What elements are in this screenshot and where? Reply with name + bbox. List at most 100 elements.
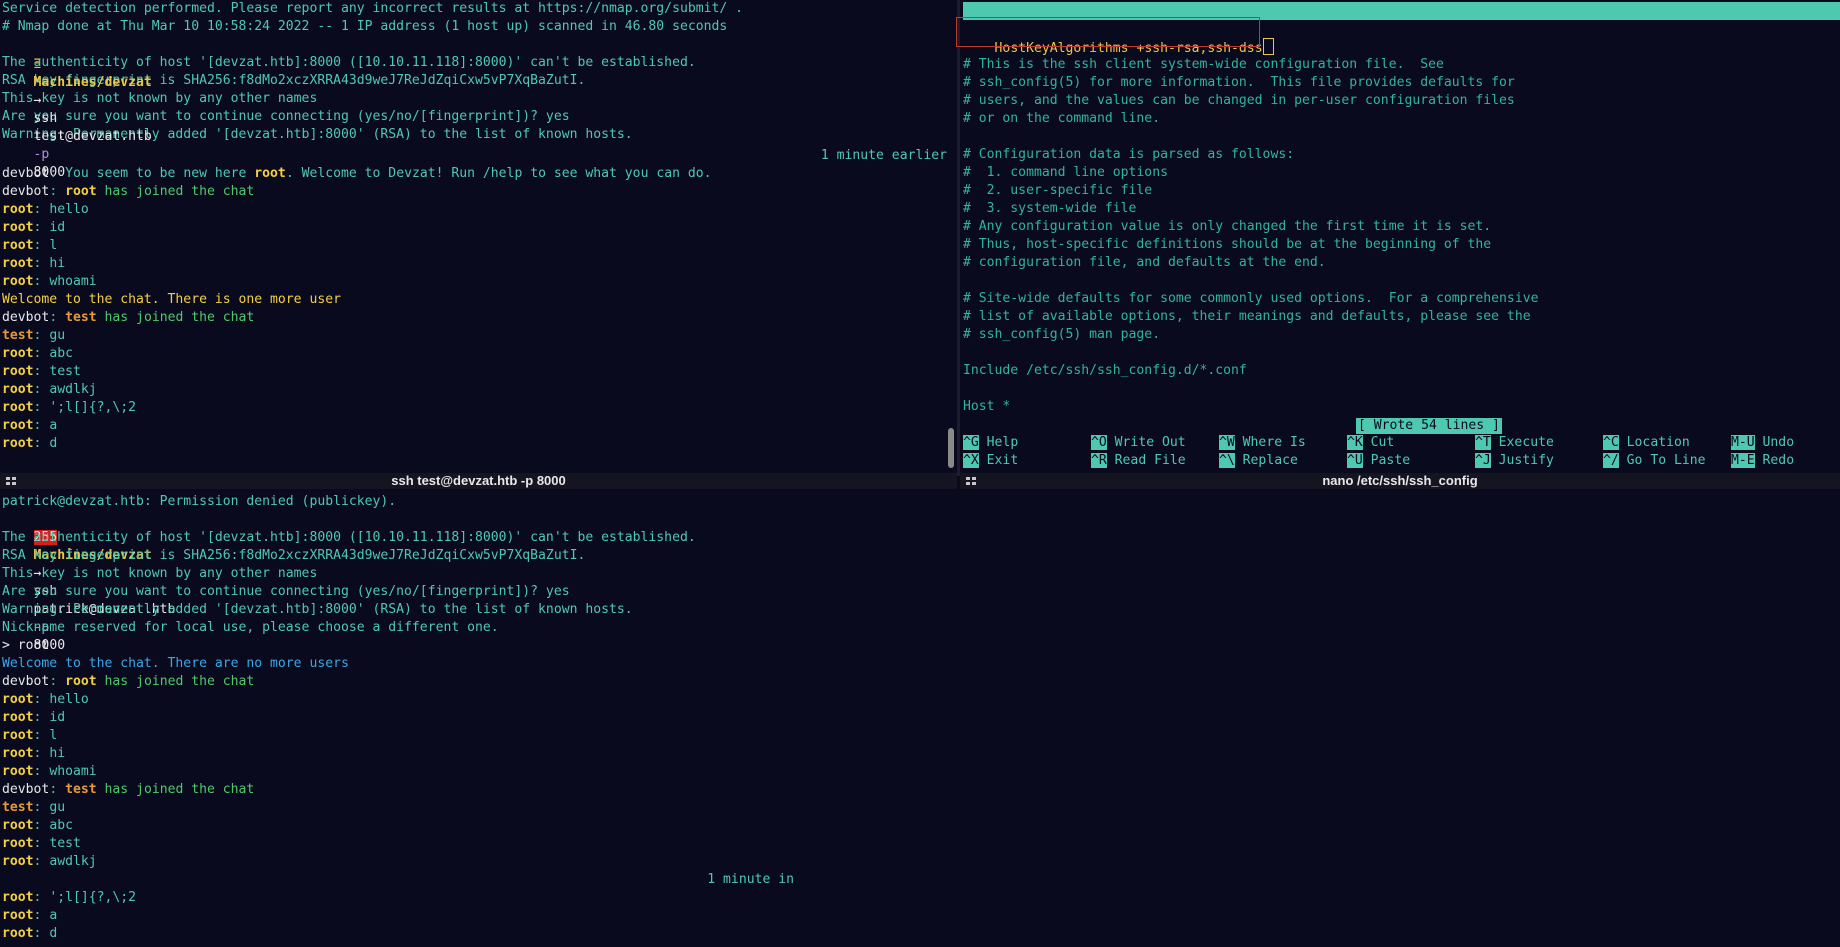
chat-text: : a (33, 418, 58, 433)
chat-user: devbot (2, 674, 50, 689)
nano-file-name: /etc/ssh/ssh_config (1371, 39, 1521, 54)
chat-user: root (2, 710, 34, 725)
output-line: Are you sure you want to continue connec… (2, 109, 570, 124)
prompt-mark: Ξ (33, 57, 42, 72)
chat-user: root (2, 202, 34, 217)
nano-shortcut[interactable]: ^X Exit (963, 452, 1018, 470)
chat-text: : (49, 782, 66, 797)
terminal-pane-top-left[interactable]: Service detection performed. Please repo… (0, 0, 957, 476)
chat-text: : hello (33, 202, 89, 217)
nano-shortcut[interactable]: ^\ Replace (1219, 452, 1298, 470)
config-line: # configuration file, and defaults at th… (963, 255, 1326, 270)
shortcut-label: Help (978, 435, 1019, 450)
output-line: RSA key fingerprint is SHA256:f8dMo2xczX… (2, 548, 586, 563)
shortcut-key: ^U (1347, 453, 1363, 468)
chat-text: has joined the chat (96, 674, 255, 689)
shortcut-label: Replace (1234, 453, 1298, 468)
chat-text: : test (33, 836, 81, 851)
chat-user: root (2, 346, 34, 361)
nano-shortcut[interactable]: ^T Execute (1475, 434, 1554, 452)
config-line: # Configuration data is parsed as follow… (963, 147, 1295, 162)
shortcut-label: Where Is (1234, 435, 1306, 450)
shortcut-label: Write Out (1106, 435, 1186, 450)
time-note: 1 minute earlier (820, 148, 947, 163)
chat-message: root: d (2, 435, 57, 453)
scrollbar[interactable] (948, 428, 954, 468)
pane-divider[interactable] (957, 0, 960, 476)
shortcut-label: Paste (1362, 453, 1411, 468)
chat-user: root (2, 436, 34, 451)
chat-user: devbot (2, 166, 50, 181)
chat-text: : gu (33, 800, 66, 815)
time-note: 1 minute in (707, 872, 794, 887)
chat-text: : ';l[]{?,\;2 (33, 400, 137, 415)
output-line: This key is not known by any other names (2, 566, 318, 581)
chat-text: : hi (33, 746, 66, 761)
shortcut-key: ^C (1603, 435, 1619, 450)
pane-status-bar-right: nano /etc/ssh/ssh_config (960, 473, 1840, 489)
chat-text: : gu (33, 328, 66, 343)
shortcut-label: Execute (1490, 435, 1554, 450)
chat-message: devbot: test has joined the chat (2, 309, 254, 327)
config-line: # Any configuration value is only change… (963, 219, 1492, 234)
grid-icon (6, 477, 16, 486)
nano-shortcut[interactable]: ^K Cut (1347, 434, 1394, 452)
nano-shortcut[interactable]: ^C Location (1603, 434, 1690, 452)
nano-shortcut[interactable]: ^O Write Out (1091, 434, 1186, 452)
config-line: # 3. system-wide file (963, 201, 1137, 216)
nano-shortcut[interactable]: ^W Where Is (1219, 434, 1306, 452)
chat-text: has joined the chat (96, 310, 255, 325)
chat-user: root (2, 854, 34, 869)
chat-text: : You seem to be new here (49, 166, 255, 181)
output-line: The authenticity of host '[devzat.htb]:8… (2, 530, 696, 545)
highlight-box (956, 17, 1260, 47)
shortcut-label: Redo (1754, 453, 1795, 468)
nano-shortcut[interactable]: M-U Undo (1731, 434, 1794, 452)
chat-user: root (2, 890, 34, 905)
config-line: # 2. user-specific file (963, 183, 1153, 198)
chat-message: root: hi (2, 745, 65, 763)
chat-text: : whoami (33, 274, 97, 289)
output-line: > root (2, 638, 50, 653)
nano-shortcut[interactable]: M-E Redo (1731, 452, 1794, 470)
shortcut-key: ^X (963, 453, 979, 468)
shortcut-label: Justify (1490, 453, 1554, 468)
nano-shortcut[interactable]: ^/ Go To Line (1603, 452, 1706, 470)
chat-message: root: id (2, 709, 65, 727)
chat-username-mention: test (65, 310, 97, 325)
shortcut-key: ^J (1475, 453, 1491, 468)
chat-input[interactable]: test: (2, 455, 92, 476)
shortcut-label: Undo (1754, 435, 1795, 450)
chat-message: root: l (2, 727, 57, 745)
chat-text: : whoami (33, 764, 97, 779)
chat-message: root: ';l[]{?,\;2 (2, 399, 136, 417)
chat-message: root: abc (2, 345, 73, 363)
output-line: Welcome to the chat. There are no more u… (2, 656, 349, 671)
shortcut-label: Exit (978, 453, 1019, 468)
chat-message: root: test (2, 835, 81, 853)
shortcut-label: Location (1618, 435, 1690, 450)
output-line: # Nmap done at Thu Mar 10 10:58:24 2022 … (2, 19, 728, 34)
chat-user: root (2, 818, 34, 833)
shortcut-label: Go To Line (1618, 453, 1706, 468)
chat-username-mention: test (65, 782, 97, 797)
nano-shortcut[interactable]: ^U Paste (1347, 452, 1410, 470)
chat-message: root: hi (2, 255, 65, 273)
nano-shortcut[interactable]: ^R Read File (1091, 452, 1186, 470)
chat-user: root (2, 746, 34, 761)
terminal-pane-bottom[interactable]: patrick@devzat.htb: Permission denied (p… (0, 493, 1840, 947)
chat-user: root (2, 364, 34, 379)
shortcut-label: Cut (1362, 435, 1395, 450)
shortcut-key: ^T (1475, 435, 1491, 450)
nano-shortcut[interactable]: ^J Justify (1475, 452, 1554, 470)
chat-text: : abc (33, 818, 73, 833)
nano-shortcut[interactable]: ^G Help (963, 434, 1018, 452)
nano-status-message: [ Wrote 54 lines ] (1356, 418, 1502, 434)
chat-text: : d (33, 926, 58, 941)
config-line: # list of available options, their meani… (963, 309, 1531, 324)
chat-message: root: whoami (2, 763, 97, 781)
chat-message: root: l (2, 237, 57, 255)
chat-text: : awdlkj (33, 382, 97, 397)
chat-text: : a (33, 908, 58, 923)
shell-prompt: Ξ Machines/devzat → ssh test@devzat.htb … (2, 38, 152, 180)
